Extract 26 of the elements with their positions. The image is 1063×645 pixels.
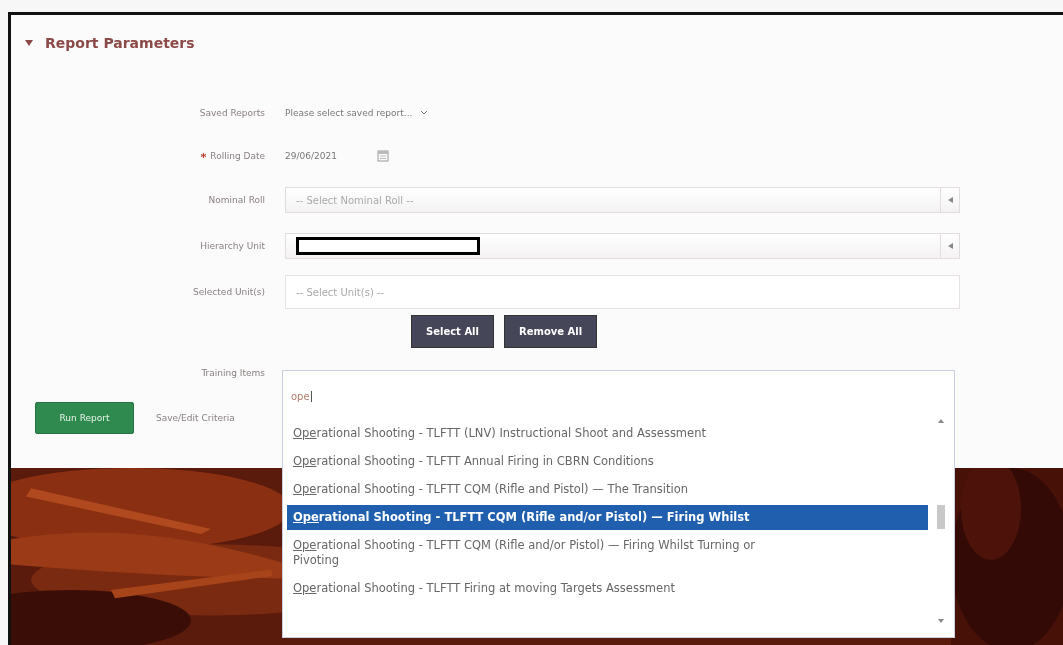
field-label: Selected Unit(s) [193, 287, 265, 297]
run-report-button[interactable]: Run Report [35, 402, 134, 434]
field-label: Training Items [201, 368, 265, 378]
training-items-dropdown[interactable] [282, 370, 955, 638]
dropdown-option[interactable]: Operational Shooting - TLFTT CQM (Rifle and/or Pistol) — Firing Whilst [287, 505, 928, 530]
dropdown-option[interactable]: Operational Shooting - TLFTT (LNV) Instructional Shoot and Assessment [287, 421, 928, 446]
saved-reports-dropdown[interactable]: Please select saved report... [285, 107, 960, 118]
search-input[interactable]: ope [283, 371, 954, 421]
section-title: Report Parameters [45, 35, 195, 51]
dropdown-option[interactable]: Operational Shooting - TLFTT Firing at moving Targets Assessment [287, 576, 928, 601]
field-label: Saved Reports [199, 107, 265, 118]
dropdown-arrow-icon [947, 197, 953, 203]
dropdown-option[interactable]: Operational Shooting - TLFTT Annual Firing in CBRN Conditions [287, 449, 928, 474]
dropdown-option[interactable]: Operational Shooting - TLFTT CQM (Rifle and/or Pistol) — Firing Whilst Turning or Pivoting [287, 533, 928, 573]
remove-all-button[interactable]: Remove All [504, 315, 598, 348]
dropdown-arrow-icon [947, 243, 953, 249]
select-all-button[interactable]: Select All [411, 315, 494, 348]
select-field[interactable] [285, 233, 960, 259]
field-label: Hierarchy Unit [200, 241, 265, 251]
dropdown-option[interactable]: Operational Shooting - TLFTT CQM (Rifle and Pistol) — The Transition [287, 477, 928, 502]
field-label: Rolling Date [210, 150, 265, 161]
chevron-icon [420, 109, 429, 116]
field-label: Nominal Roll [208, 195, 265, 205]
collapse-caret-icon[interactable] [25, 39, 33, 47]
save-criteria-link[interactable]: Save/Edit Criteria [156, 413, 235, 423]
date-field[interactable]: 29/06/2021 [285, 150, 337, 161]
